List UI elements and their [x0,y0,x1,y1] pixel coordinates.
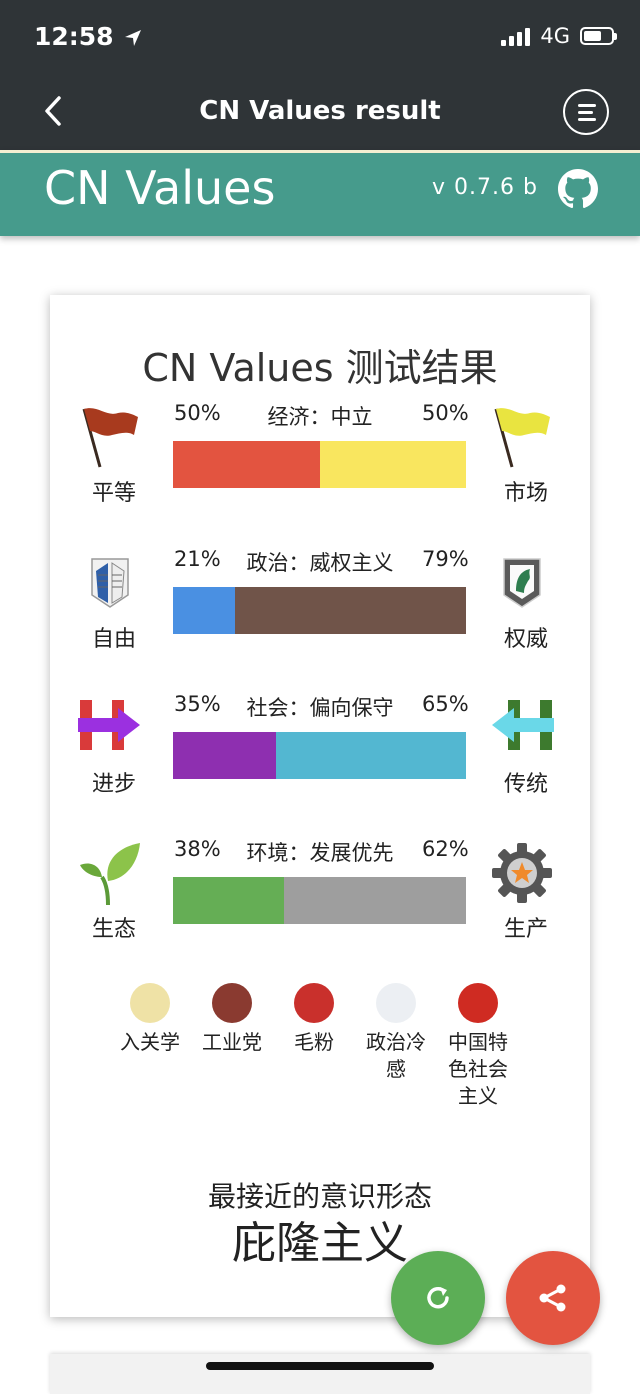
axis-left-pct: 38% [174,837,221,861]
axis-name: 社会：偏向保守 [246,696,394,720]
axis-name: 环境：发展优先 [246,841,394,865]
network-type: 4G [540,24,570,48]
menu-button[interactable] [563,89,609,135]
axis-right-pct: 50% [422,401,469,425]
status-time: 12:58 [34,22,142,51]
axis-right-pct: 79% [422,547,469,571]
badge-name: 入关学 [120,1030,180,1054]
red-flag-icon [82,408,138,468]
menu-icon [578,104,596,107]
home-indicator[interactable] [206,1362,434,1370]
badge-name: 工业党 [202,1030,262,1054]
result-card: CN Values 测试结果 平等 50% 经济：中立 50% 市场 自由 21… [50,295,590,1317]
industry-badge-icon [212,983,252,1023]
seal-badge-icon [130,983,170,1023]
axis-left-pct: 21% [174,547,221,571]
axis-left-label: 平等 [91,481,136,506]
top-bar: 12:58 4G CN Values result [0,0,640,150]
axis-right-pct: 62% [422,837,469,861]
yellow-flag-icon [494,408,550,468]
app-version: v 0.7.6 b [432,175,538,200]
anime-badge-icon [376,983,416,1023]
bar-left-segment [173,441,320,488]
next-card [50,1354,590,1394]
bar-right-segment [275,732,466,779]
refresh-icon [427,1286,449,1309]
axis-right-pct: 65% [422,692,469,716]
share-button[interactable] [506,1251,600,1345]
axis-right-label: 传统 [503,772,548,797]
badge-name: 中国特色社会主义 [448,1030,508,1108]
horse-emblem-icon [503,558,541,608]
badge-item: 政治冷感 [356,983,436,1083]
ideology-badges: 入关学 工业党 毛粉 政治冷感 中国特色社会主义 [110,983,530,1123]
axis-environment: 生态 38% 环境：发展优先 62% 生产 [50,837,590,967]
refresh-button[interactable] [391,1251,485,1345]
status-time-text: 12:58 [34,22,114,51]
axis-bar [173,877,466,924]
tradition-arrow-icon [492,700,554,750]
battery-icon [580,27,617,45]
github-icon[interactable] [558,169,598,209]
axis-right-label: 市场 [503,481,548,506]
axis-bar [173,441,466,488]
badge-name: 毛粉 [294,1030,334,1054]
axis-name: 经济：中立 [267,405,373,429]
axis-right-label: 生产 [503,917,548,942]
axis-left-pct: 50% [174,401,221,425]
badge-item: 入关学 [110,983,190,1056]
location-arrow-icon [125,30,142,46]
bar-left-segment [173,587,235,634]
badge-item: 工业党 [192,983,272,1056]
axis-bar [173,587,466,634]
card-title: CN Values 测试结果 [142,346,498,390]
progress-arrow-icon [78,700,140,750]
axis-right-label: 权威 [503,627,548,652]
axis-left-label: 进步 [91,772,136,797]
bar-left-segment [173,877,285,924]
bar-left-segment [173,732,276,779]
axis-name: 政治：威权主义 [246,551,394,575]
badge-name: 政治冷感 [366,1030,426,1081]
axis-political: 自由 21% 政治：威权主义 79% 权威 [50,547,590,677]
closest-ideology-value: 庇隆主义 [232,1218,408,1269]
hammer-sickle-badge-icon [458,983,498,1023]
badge-item: 毛粉 [274,983,354,1056]
bar-right-segment [234,587,466,634]
axis-left-label: 生态 [91,917,136,942]
axis-social: 进步 35% 社会：偏向保守 65% 传统 [50,692,590,822]
gear-icon [492,843,552,903]
axis-bar [173,732,466,779]
axis-economic: 平等 50% 经济：中立 50% 市场 [50,401,590,531]
sprout-icon [80,843,140,905]
axis-left-pct: 35% [174,692,221,716]
status-icons: 4G [501,24,617,48]
signal-icon [501,26,531,46]
bar-right-segment [284,877,466,924]
bar-right-segment [319,441,466,488]
wings-emblem-icon [91,558,129,608]
share-icon [539,1284,566,1312]
app-name: CN Values [44,161,276,215]
app-header: CN Values v 0.7.6 b [0,150,640,236]
portrait-badge-icon [294,983,334,1023]
nav-title: CN Values result [199,96,441,126]
badge-item: 中国特色社会主义 [438,983,518,1110]
axis-left-label: 自由 [91,627,136,652]
